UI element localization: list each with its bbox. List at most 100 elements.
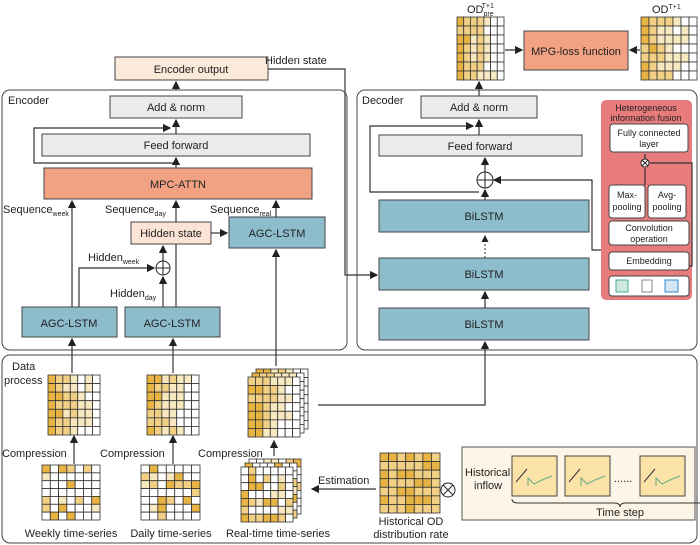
grid-cell [270, 474, 279, 484]
grid-cell [154, 374, 163, 384]
grid-cell [262, 490, 272, 499]
grid-cell [55, 417, 64, 427]
grid-cell [476, 34, 485, 45]
grid-cell [648, 16, 658, 27]
grid-cell [405, 504, 415, 514]
grid-cell [405, 461, 415, 471]
grid-cell [269, 419, 279, 429]
hidden-state-link-label: Hidden state [265, 55, 327, 67]
grid-cell [174, 480, 184, 489]
grid-cell [69, 408, 79, 419]
grid-cell [161, 426, 170, 436]
grid-cell [680, 52, 690, 63]
grid-cell [388, 504, 398, 514]
grid-cell [91, 480, 101, 489]
grid-cell [405, 452, 415, 462]
grid-cell [285, 474, 294, 484]
grid-cell [191, 472, 201, 482]
grid-cell [161, 417, 170, 427]
model-architecture-diagram: ODpreT+1 MPG-loss function ODT+1 Encoder… [1, 3, 700, 544]
svg-text:Heterogeneous: Heterogeneous [615, 103, 677, 113]
decoder-title: Decoder [362, 95, 404, 107]
grid-cell [77, 400, 86, 410]
grid-cell [405, 486, 415, 497]
grid-cell [176, 400, 185, 410]
svg-text:pooling: pooling [652, 202, 681, 212]
grid-cell [664, 25, 674, 36]
grid-cell [191, 400, 200, 410]
grid-cell [463, 43, 471, 54]
grid-cell [463, 61, 471, 72]
grid-cell [140, 488, 150, 497]
grid-cell [168, 374, 178, 384]
grid-cell [262, 410, 271, 421]
grid-cell [648, 34, 658, 45]
grid-cell [83, 480, 93, 489]
grid-cell [191, 464, 201, 474]
grid-cell [379, 469, 389, 480]
time-step-frame [639, 455, 686, 497]
bilstm-label: BiLSTM [464, 269, 503, 281]
data-process-title: process [4, 375, 43, 387]
grid-cell [247, 428, 256, 438]
grid-cell [240, 513, 249, 523]
grid-cell [154, 417, 163, 427]
historical-od-grid [379, 452, 441, 514]
svg-text:pooling: pooling [612, 202, 641, 212]
grid-cell [672, 25, 682, 36]
grid-cell [688, 70, 698, 81]
grid-cell [176, 374, 185, 384]
grid-cell [672, 43, 682, 54]
grid-cell [62, 408, 71, 419]
daily-grid [140, 464, 201, 521]
grid-cell [476, 52, 485, 63]
grid-cell [413, 478, 424, 488]
grid-cell [680, 61, 690, 72]
grid-cell [248, 505, 257, 515]
grid-cell [62, 426, 71, 436]
grid-cell [69, 426, 79, 436]
hidden-week-label: Hiddenweek [88, 252, 140, 266]
grid-cell [270, 498, 279, 507]
grid-cell [47, 417, 56, 427]
compression-label: Compression [198, 448, 263, 460]
grid-cell [174, 496, 184, 505]
svg-text:Embedding: Embedding [626, 256, 672, 266]
grid-cell [396, 478, 407, 488]
grid-cell [463, 25, 471, 36]
grid-cell [149, 503, 159, 513]
grid-cell [388, 469, 398, 480]
grid-cell [255, 482, 264, 491]
grid-cell [270, 466, 279, 476]
grid-cell [490, 70, 498, 81]
grid-cell [58, 480, 68, 489]
agc-lstm-day-label: AGC-LSTM [144, 318, 201, 330]
svg-text:information fusion: information fusion [610, 113, 681, 123]
grid-cell [191, 488, 201, 497]
svg-text:layer: layer [639, 139, 659, 149]
grid-cell [84, 374, 93, 384]
grid-cell [154, 426, 163, 436]
grid-cell [157, 488, 167, 497]
grid-cell [422, 469, 432, 480]
grid-cell [55, 408, 64, 419]
grid-cell [182, 511, 192, 521]
grid-cell [240, 505, 249, 515]
grid-cell [49, 464, 59, 474]
grid-cell [77, 383, 86, 393]
grid-cell [292, 428, 301, 438]
grid-cell [77, 374, 86, 384]
grid-cell [262, 474, 272, 484]
grid-cell [161, 383, 170, 393]
grid-cell [277, 419, 286, 429]
grid-cell [161, 391, 170, 402]
grid-cell [379, 452, 389, 462]
grid-cell [182, 464, 192, 474]
grid-cell [183, 426, 192, 436]
grid-cell [255, 385, 264, 395]
grid-cell [183, 408, 192, 419]
grid-cell [47, 391, 56, 402]
grid-cell [672, 52, 682, 63]
grid-cell [285, 466, 294, 476]
realtime-label: Real-time time-series [226, 528, 330, 540]
